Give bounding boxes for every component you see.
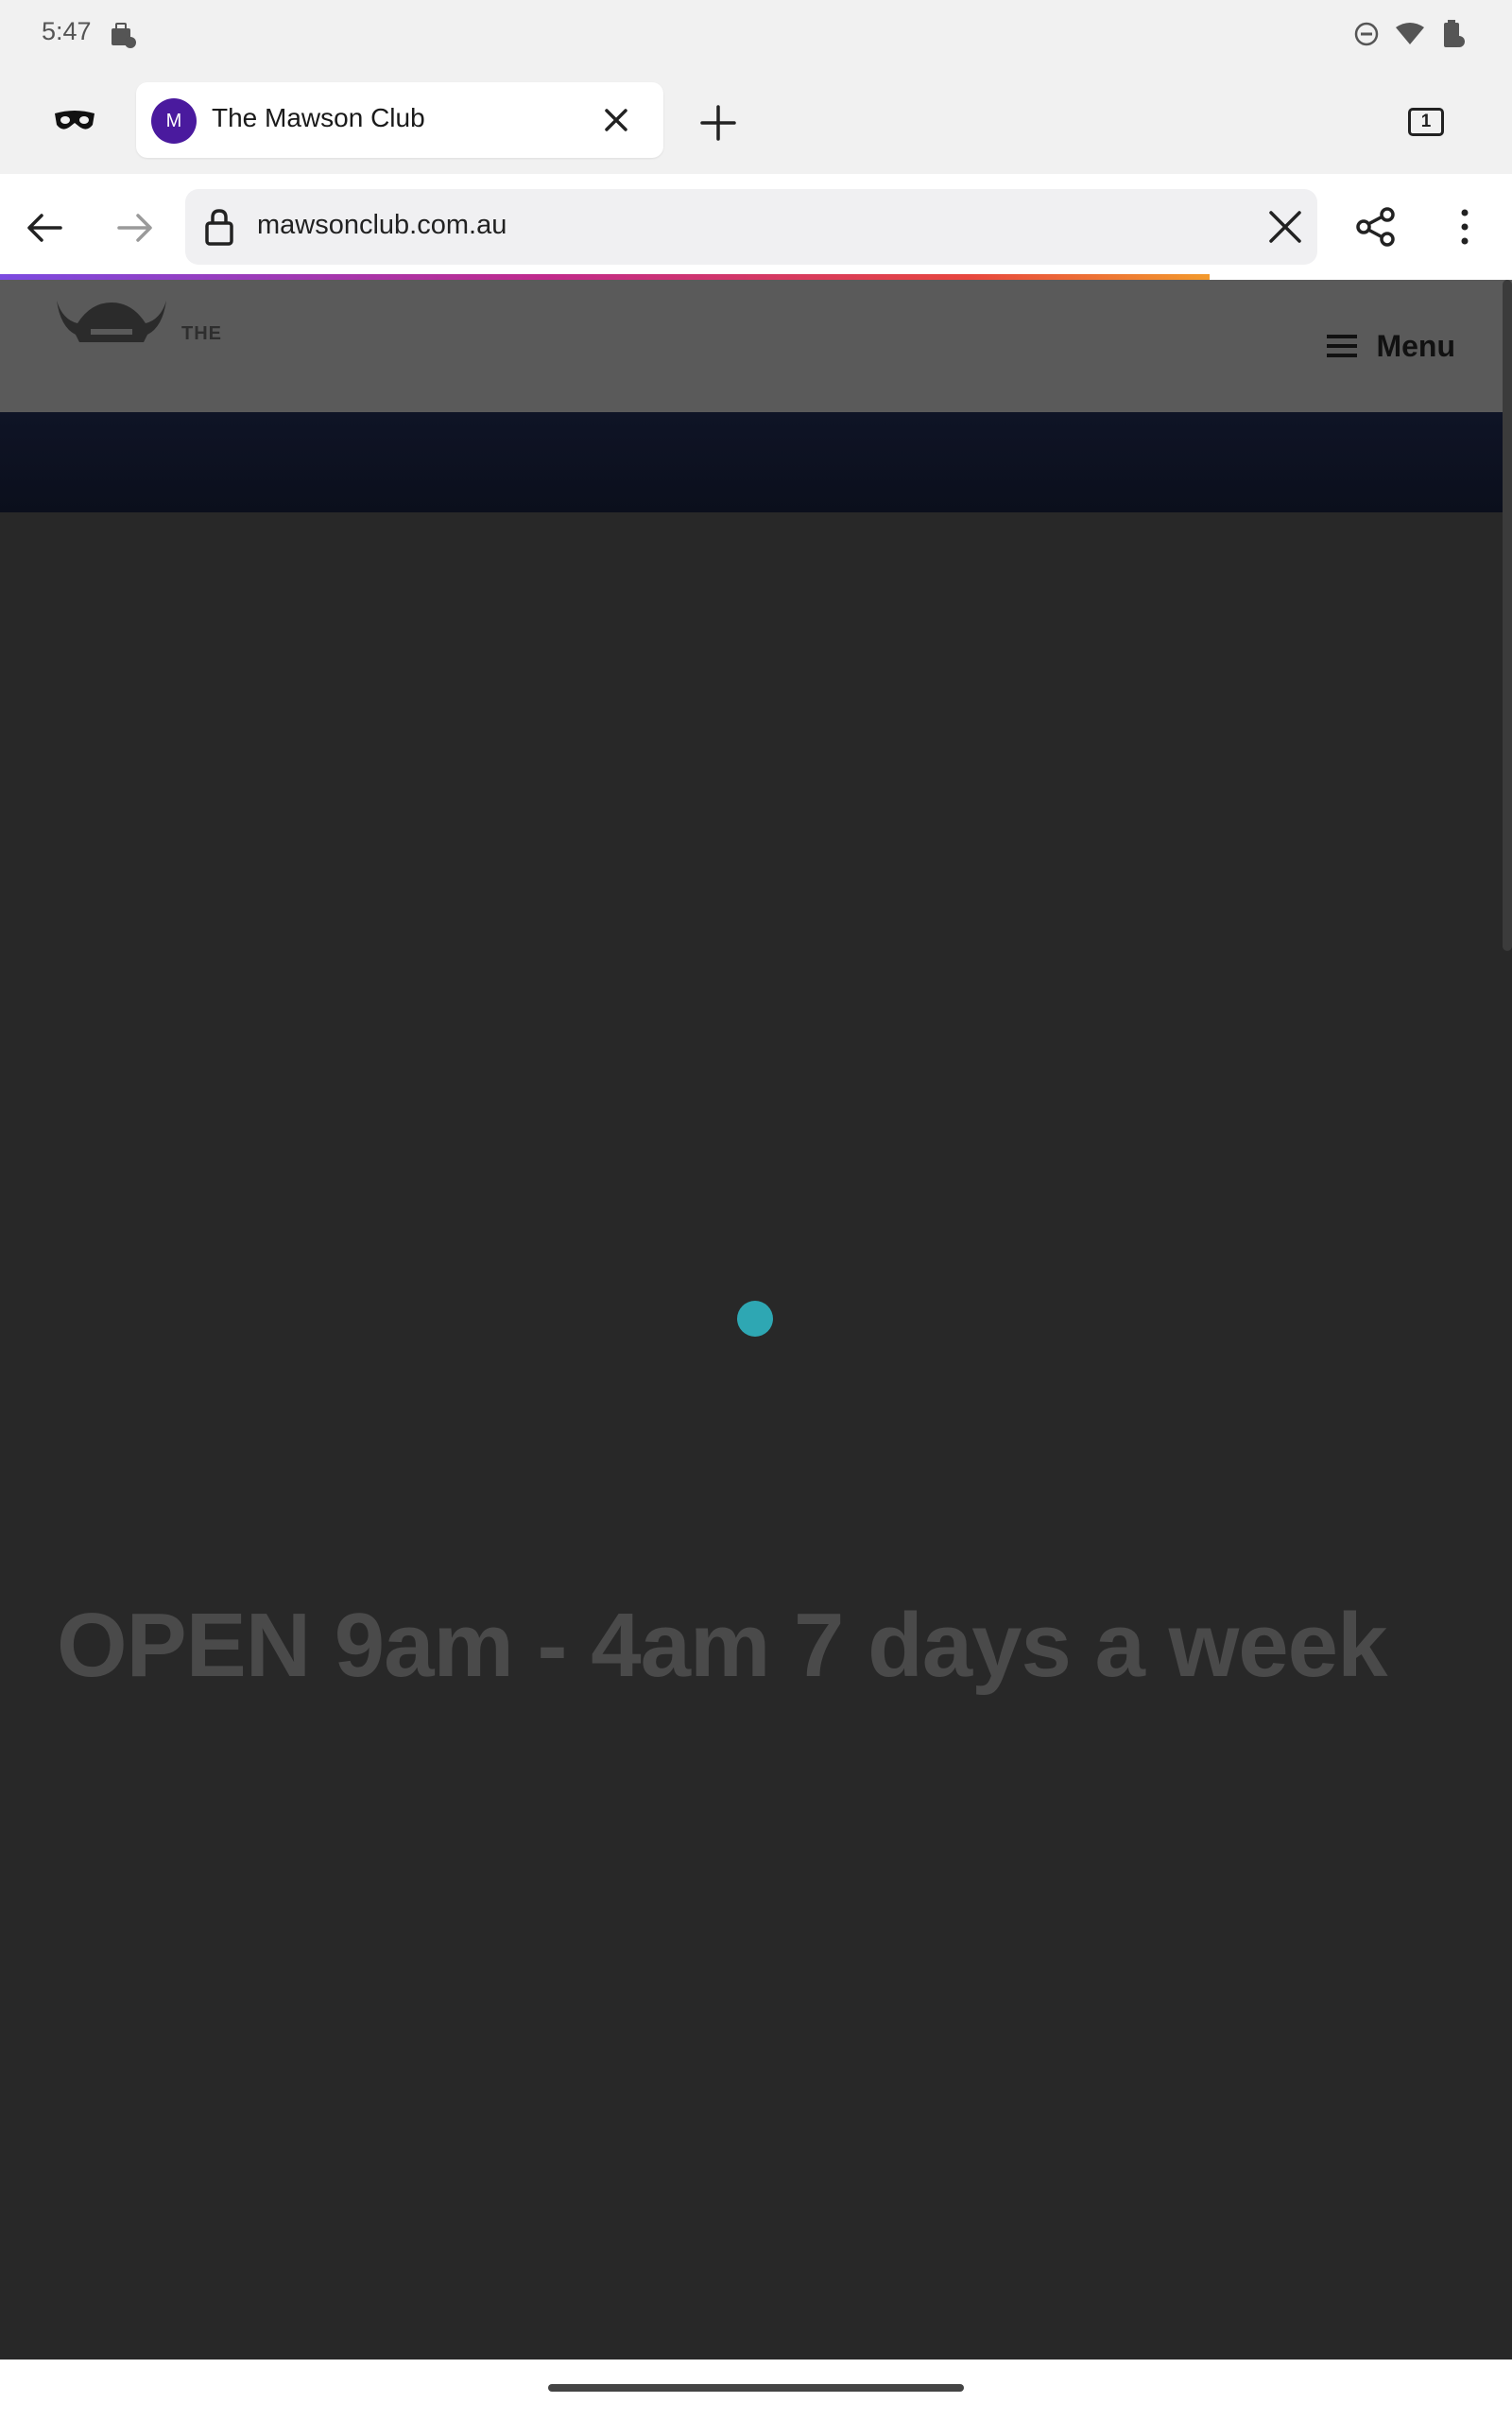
do-not-disturb-icon bbox=[1353, 21, 1380, 47]
opening-hours-heading: OPEN 9am - 4am 7 days a week bbox=[57, 1595, 1387, 1696]
close-tab-icon[interactable] bbox=[599, 103, 633, 137]
status-bar: 5:47 bbox=[0, 0, 1512, 68]
arrow-left-icon[interactable] bbox=[25, 208, 64, 248]
battery-icon bbox=[1440, 19, 1465, 49]
site-logo-helmet-icon[interactable] bbox=[53, 295, 170, 352]
arrow-right-icon[interactable] bbox=[115, 208, 155, 248]
status-icons bbox=[1353, 19, 1465, 49]
gesture-handle[interactable] bbox=[548, 2384, 964, 2392]
lock-icon[interactable] bbox=[204, 208, 234, 246]
incognito-mask-icon[interactable] bbox=[53, 106, 96, 134]
url-text[interactable]: mawsonclub.com.au bbox=[257, 210, 507, 241]
address-bar[interactable]: mawsonclub.com.au bbox=[185, 189, 1317, 265]
tab-counter-button[interactable]: 1 bbox=[1408, 108, 1444, 136]
hamburger-icon bbox=[1327, 333, 1358, 359]
menu-label: Menu bbox=[1376, 328, 1455, 363]
site-header: THE Menu bbox=[0, 280, 1512, 412]
site-favicon: M bbox=[151, 98, 197, 144]
new-tab-plus-icon[interactable] bbox=[699, 104, 737, 142]
system-navigation-bar bbox=[0, 2360, 1512, 2420]
browser-toolbar: mawsonclub.com.au bbox=[0, 174, 1512, 278]
stop-loading-close-icon[interactable] bbox=[1266, 208, 1304, 246]
menu-button[interactable]: Menu bbox=[1327, 327, 1455, 365]
tab-title: The Mawson Club bbox=[212, 103, 425, 132]
web-page: THE Menu OPEN 9am - 4am 7 days a week bbox=[0, 280, 1512, 2360]
work-profile-icon bbox=[110, 21, 136, 49]
wifi-icon bbox=[1395, 22, 1425, 46]
share-icon[interactable] bbox=[1355, 206, 1397, 248]
more-vertical-icon[interactable] bbox=[1453, 206, 1476, 248]
status-time: 5:47 bbox=[42, 17, 92, 45]
loading-spinner-dot bbox=[737, 1301, 773, 1337]
hero-banner bbox=[0, 412, 1512, 512]
tab-strip: M The Mawson Club 1 bbox=[0, 68, 1512, 174]
scrollbar[interactable] bbox=[1503, 280, 1512, 951]
site-logo-text: THE bbox=[181, 323, 222, 344]
tab-the-mawson-club[interactable]: M The Mawson Club bbox=[136, 82, 663, 158]
